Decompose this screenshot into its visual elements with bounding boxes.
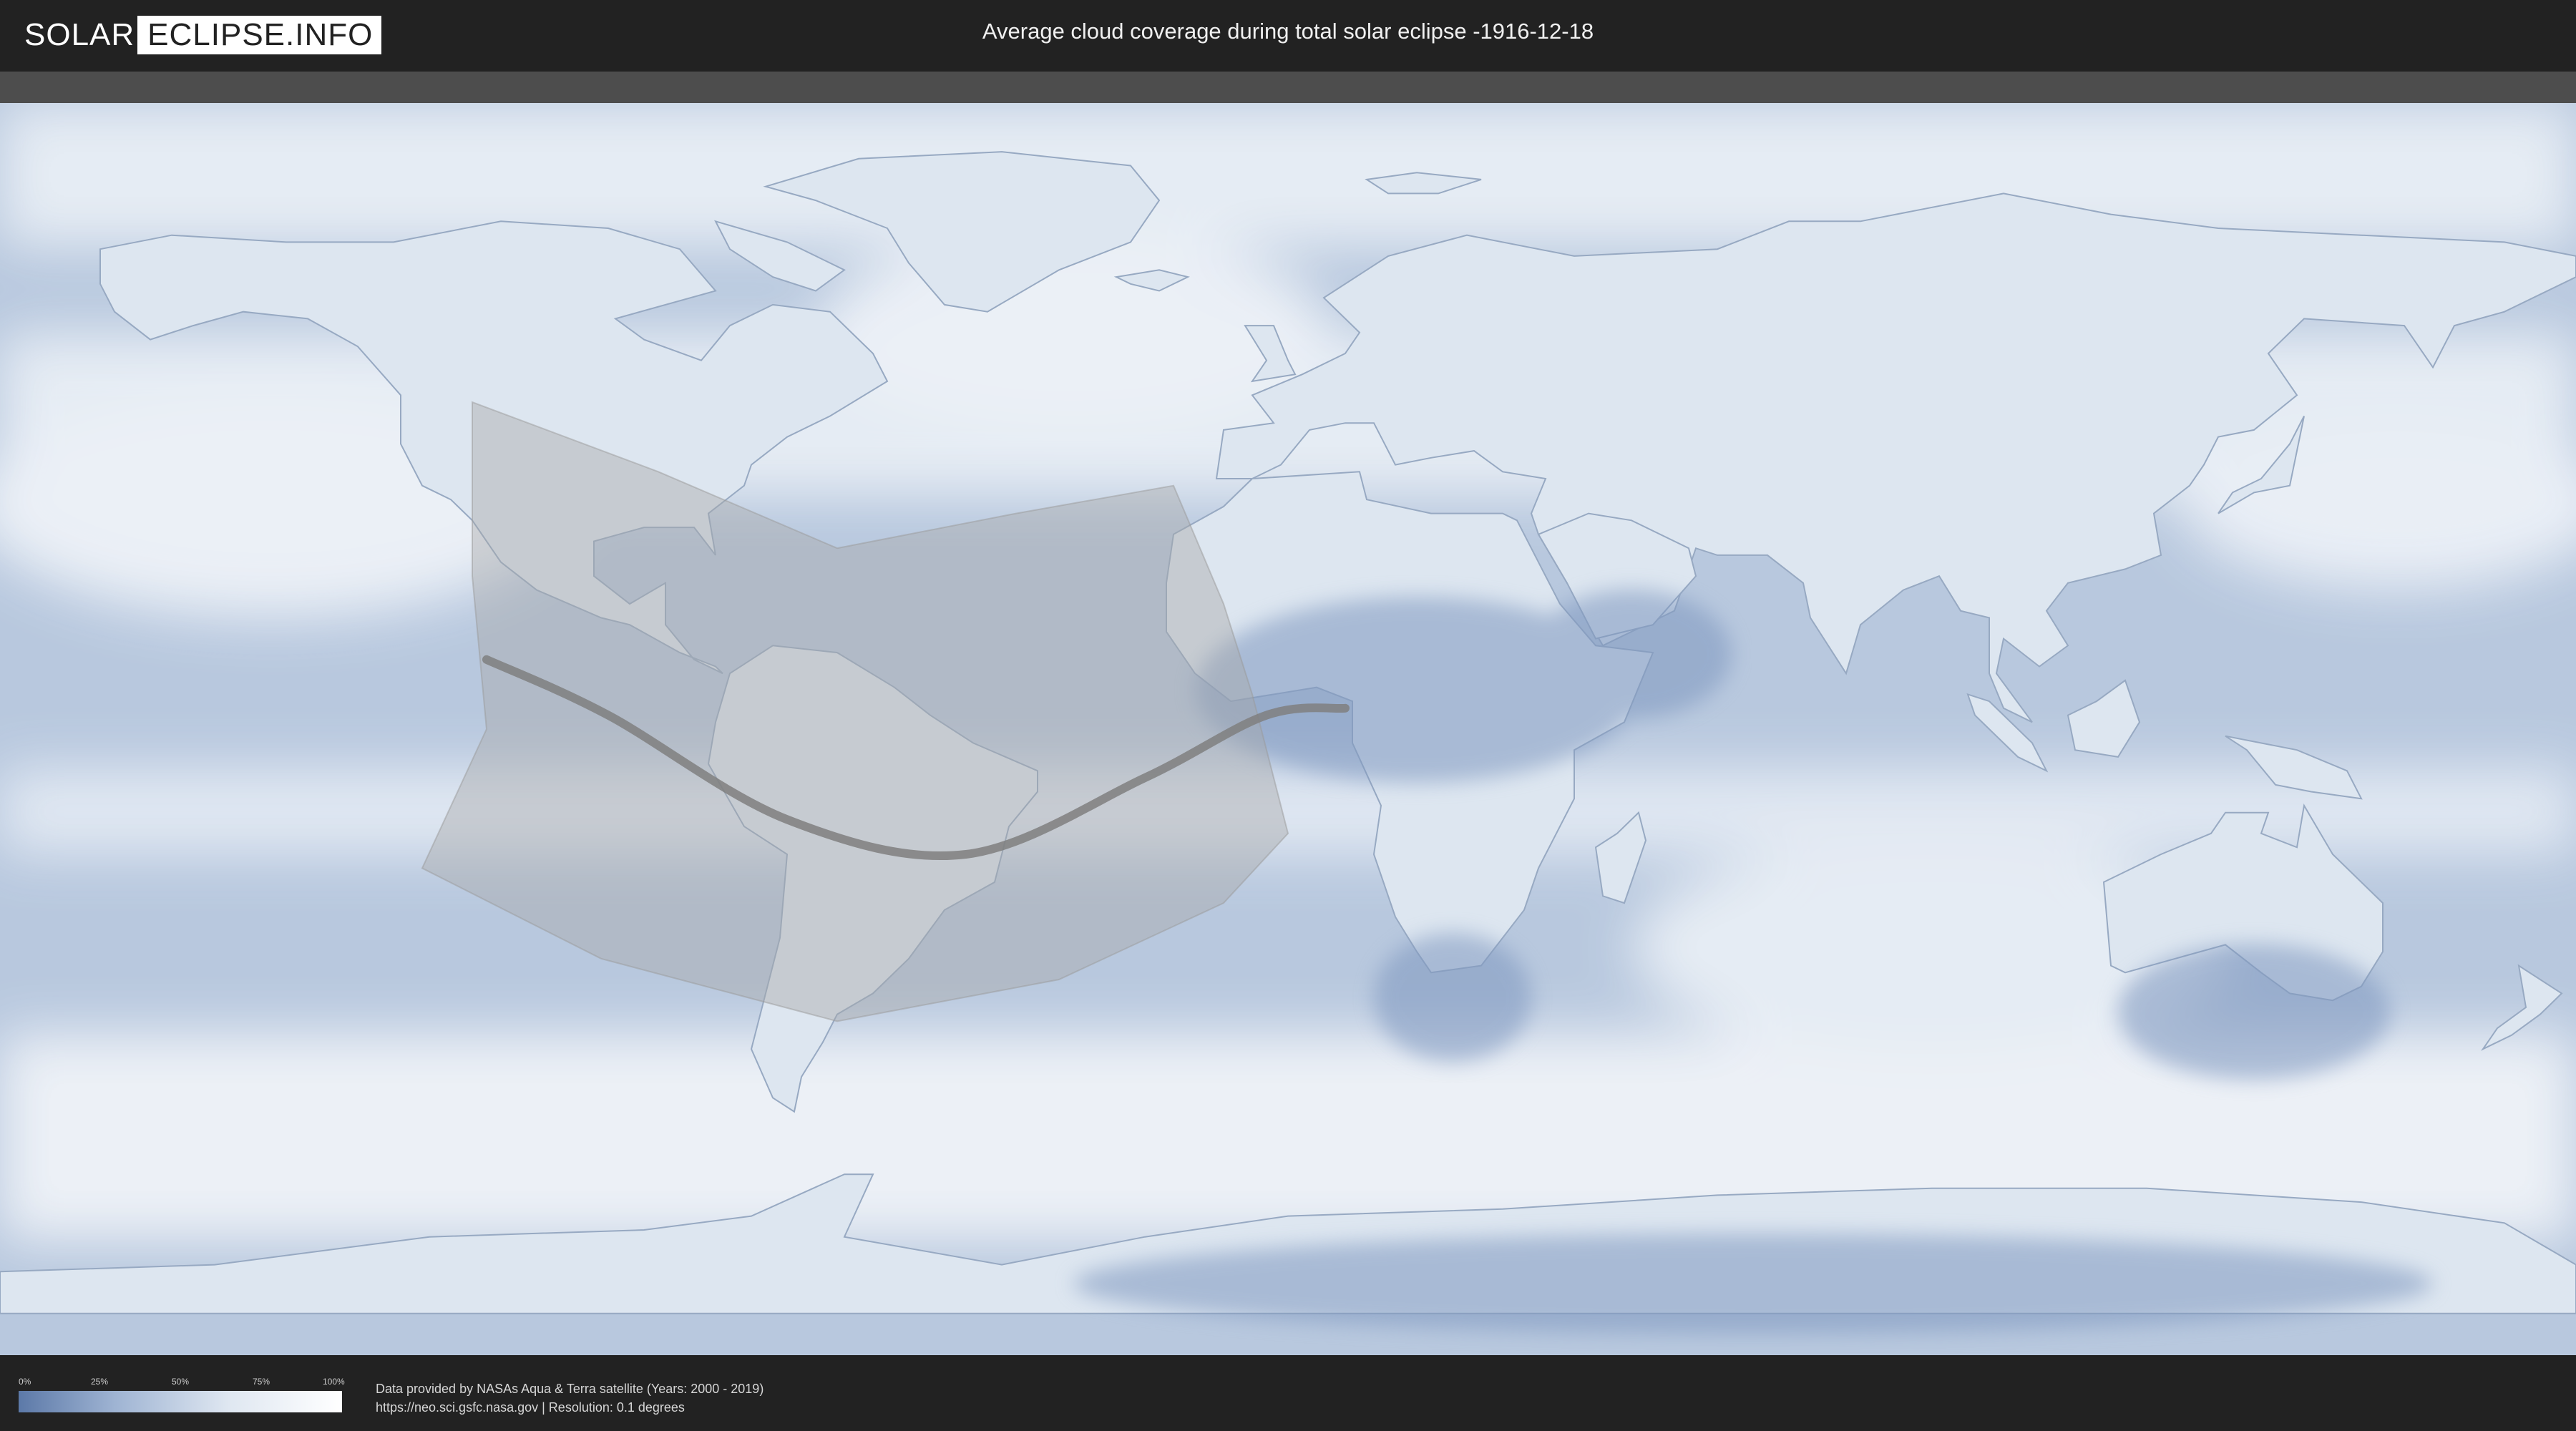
low-cloud-australia <box>2118 944 2390 1080</box>
cloud-coverage-map[interactable] <box>0 103 2576 1355</box>
legend-tick-25: 25% <box>91 1377 109 1387</box>
legend-tick-100: 100% <box>323 1377 345 1387</box>
footer-bar: 0% 25% 50% 75% 100% Data provided by NAS… <box>0 1357 2576 1431</box>
legend-color-bar <box>19 1391 342 1412</box>
page-title: Average cloud coverage during total sola… <box>982 19 1594 44</box>
low-cloud-antarctica <box>1073 1234 2433 1334</box>
map-top-strip <box>0 72 2576 103</box>
credit-line-source: Data provided by NASAs Aqua & Terra sate… <box>376 1382 764 1396</box>
header-bar: SOLAR ECLIPSE.INFO Average cloud coverag… <box>0 0 2576 72</box>
world-map <box>0 103 2576 1355</box>
legend-ticks: 0% 25% 50% 75% 100% <box>19 1377 345 1391</box>
low-cloud-southern-africa <box>1374 933 1531 1062</box>
cloud-coverage-legend: 0% 25% 50% 75% 100% <box>19 1377 345 1412</box>
low-cloud-arabia <box>1531 590 1732 718</box>
legend-tick-0: 0% <box>19 1377 31 1387</box>
data-credits: Data provided by NASAs Aqua & Terra sate… <box>376 1379 763 1417</box>
cloud-band-tropics <box>0 768 2576 854</box>
credit-line-url: https://neo.sci.gsfc.nasa.gov | Resoluti… <box>376 1400 685 1415</box>
legend-tick-75: 75% <box>253 1377 270 1387</box>
legend-tick-50: 50% <box>172 1377 190 1387</box>
